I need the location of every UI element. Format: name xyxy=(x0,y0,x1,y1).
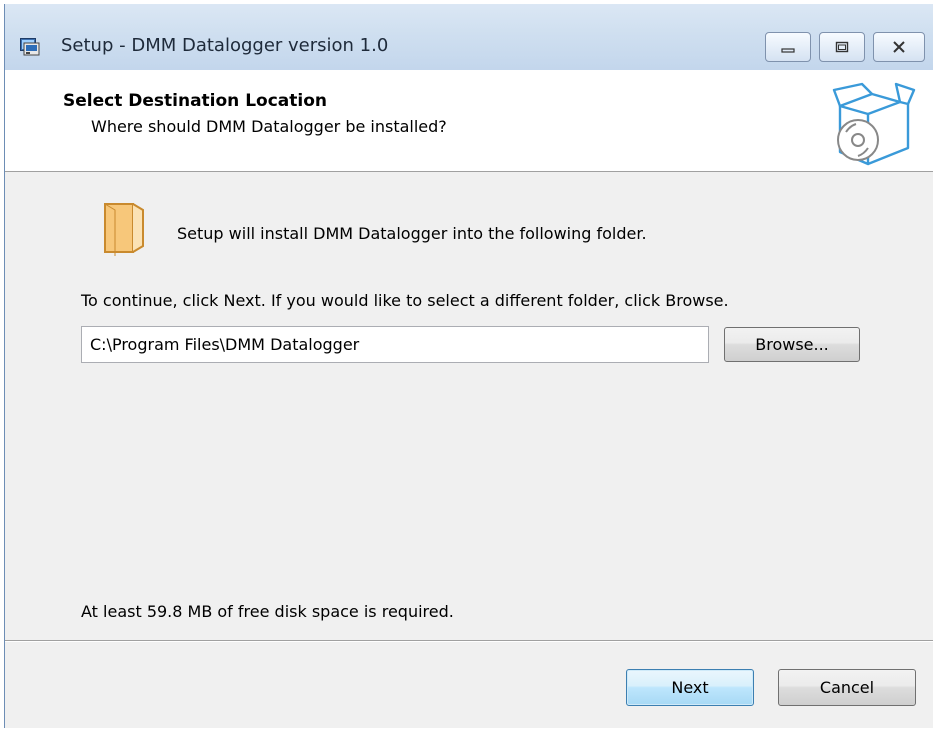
setup-window: Setup - DMM Datalogger version 1.0 Selec… xyxy=(4,4,933,728)
maximize-button[interactable] xyxy=(819,32,865,62)
instruction-text: To continue, click Next. If you would li… xyxy=(81,291,729,310)
minimize-icon xyxy=(781,38,795,57)
cancel-button[interactable]: Cancel xyxy=(778,669,916,706)
page-title: Select Destination Location xyxy=(63,91,327,111)
caption-buttons xyxy=(765,32,925,62)
next-button[interactable]: Next xyxy=(626,669,754,706)
minimize-button[interactable] xyxy=(765,32,811,62)
setup-app-icon xyxy=(20,36,40,56)
page-subtitle: Where should DMM Datalogger be installed… xyxy=(91,117,447,136)
footer-divider xyxy=(5,640,933,642)
install-box-icon xyxy=(832,82,916,168)
folder-icon xyxy=(99,200,147,256)
destination-path-value[interactable]: C:\Program Files\DMM Datalogger xyxy=(90,335,359,354)
destination-path-input[interactable]: C:\Program Files\DMM Datalogger xyxy=(81,326,709,363)
disk-space-text: At least 59.8 MB of free disk space is r… xyxy=(81,602,454,621)
close-button[interactable] xyxy=(873,32,925,62)
browse-button[interactable]: Browse... xyxy=(724,327,860,362)
title-bar[interactable]: Setup - DMM Datalogger version 1.0 xyxy=(5,4,933,70)
maximize-icon xyxy=(835,38,849,57)
wizard-header: Select Destination Location Where should… xyxy=(5,70,933,172)
intro-text: Setup will install DMM Datalogger into t… xyxy=(177,224,647,243)
close-icon xyxy=(892,38,906,57)
window-title: Setup - DMM Datalogger version 1.0 xyxy=(61,35,389,56)
